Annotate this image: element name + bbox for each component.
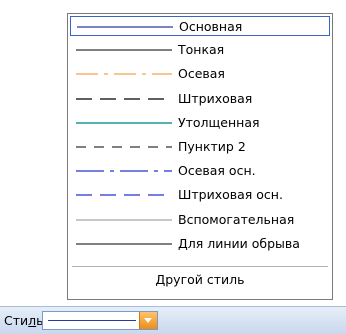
line-style-label: Штриховая осн. [178, 187, 283, 203]
line-style-label: Тонкая [178, 42, 225, 58]
line-style-label: Штриховая [178, 90, 253, 106]
line-style-label: Утолщенная [178, 114, 260, 130]
line-style-swatch [76, 97, 172, 100]
chevron-down-icon [144, 318, 152, 323]
line-style-swatch [76, 219, 172, 221]
line-style-item[interactable]: Штриховая [70, 89, 330, 109]
line-style-item[interactable]: Осевая [70, 64, 330, 84]
line-style-swatch [76, 194, 172, 196]
line-style-swatch [76, 170, 172, 172]
line-style-dropdown: Основная Тонкая Осевая Штриховая Утолщенная П… [67, 13, 333, 300]
line-style-label: Основная [179, 19, 243, 34]
line-style-label: Для линии обрыва [178, 235, 300, 251]
line-style-item[interactable]: Пунктир 2 [70, 137, 330, 157]
bottom-toolbar: Стиль [0, 306, 346, 334]
other-style-item[interactable]: Другой стиль [68, 272, 332, 287]
line-style-swatch [76, 146, 172, 148]
line-style-item[interactable]: Утолщенная [70, 113, 330, 133]
dropdown-separator [72, 266, 328, 267]
line-style-swatch [76, 122, 172, 124]
line-style-swatch [76, 243, 172, 245]
style-label-accelerator: л [28, 313, 37, 328]
dropdown-button[interactable] [139, 312, 157, 329]
line-style-item[interactable]: Вспомогательная [70, 210, 330, 230]
line-style-label: Осевая [178, 66, 225, 82]
line-style-label: Пунктир 2 [178, 139, 246, 154]
style-label: Стиль [4, 313, 44, 328]
line-style-label: Осевая осн. [178, 163, 256, 179]
line-style-item[interactable]: Осевая осн. [70, 161, 330, 181]
line-style-item[interactable]: Тонкая [70, 40, 330, 60]
line-style-label: Вспомогательная [178, 211, 295, 227]
line-style-item[interactable]: Основная [70, 16, 330, 36]
line-style-swatch [77, 26, 173, 28]
style-label-text: Сти [4, 313, 29, 328]
line-style-item[interactable]: Штриховая осн. [70, 185, 330, 205]
current-line-preview [48, 320, 136, 321]
line-style-item[interactable]: Для линии обрыва [70, 234, 330, 254]
line-style-swatch [76, 49, 172, 51]
line-style-swatch [76, 73, 172, 75]
workspace-background [0, 0, 68, 306]
style-combobox[interactable] [42, 311, 158, 330]
